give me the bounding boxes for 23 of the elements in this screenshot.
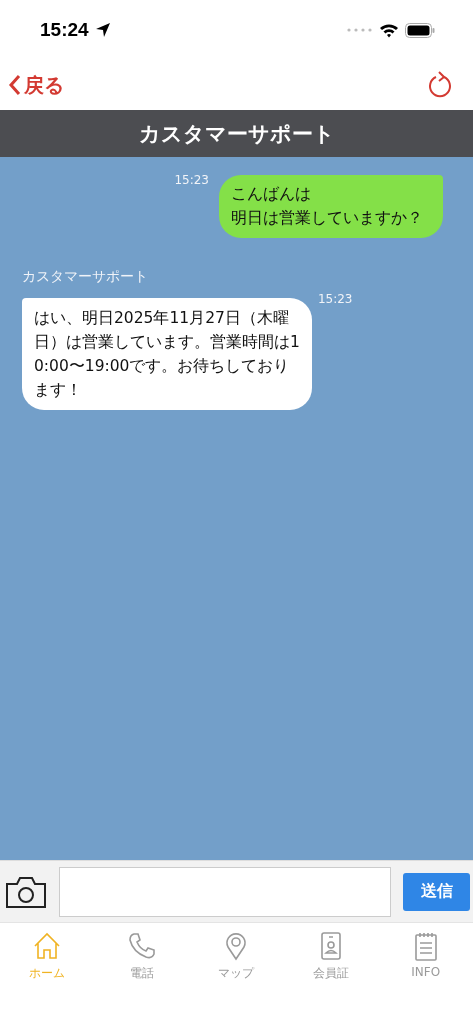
send-button[interactable]: 送信 (403, 872, 470, 911)
tab-item[interactable]: マップ (189, 931, 284, 982)
sender-name: カスタマーサポート (22, 268, 149, 286)
reload-icon[interactable] (427, 71, 453, 99)
chevron-left-icon (8, 74, 22, 96)
tab-item[interactable]: 電話 (94, 931, 190, 982)
tab-item[interactable]: ホーム (0, 931, 95, 982)
location-arrow-icon (94, 22, 111, 38)
tab-item[interactable]: INFO (378, 931, 473, 979)
signal-dots-icon (347, 28, 373, 32)
received-message-bubble: はい、明日2025年11月27日（木曜 日）は営業しています。営業時間は1 0:00〜19:00です。お待ちしており ます！ (22, 298, 312, 410)
camera-icon[interactable] (5, 874, 47, 909)
wifi-icon (379, 22, 399, 38)
message-time: 15:23 (174, 173, 209, 187)
sent-message-bubble: こんばんは 明日は営業していますか？ (219, 175, 443, 238)
message-time: 15:23 (317, 292, 353, 306)
status-time: 15:24 (40, 19, 89, 41)
title-bar: カスタマーサポート (0, 110, 473, 157)
phone-icon (126, 931, 157, 961)
battery-icon (405, 22, 435, 38)
message-input-field[interactable] (59, 866, 391, 917)
tab-item[interactable]: 会員証 (283, 931, 379, 982)
back-button[interactable]: 戻る (8, 71, 64, 99)
